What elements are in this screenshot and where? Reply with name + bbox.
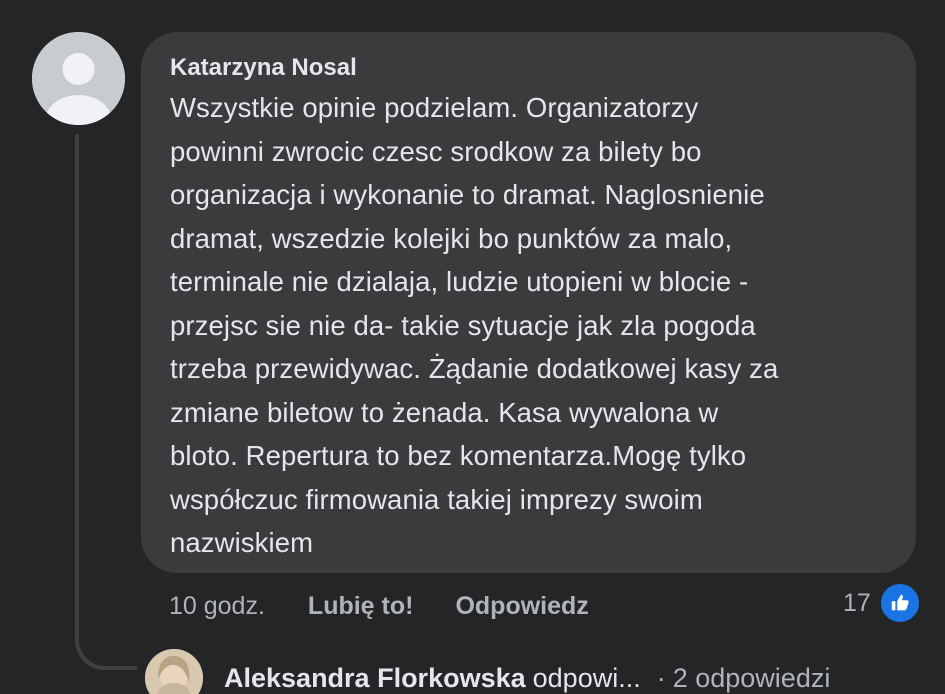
reaction-summary[interactable]: 17 [843, 582, 921, 624]
reply-avatar[interactable] [145, 649, 203, 694]
reply-author[interactable]: Aleksandra Florkowska [224, 663, 526, 694]
reply-count[interactable]: 2 odpowiedzi [673, 663, 831, 694]
reply-verb: odpowi... [532, 662, 641, 693]
reaction-count: 17 [843, 588, 871, 617]
separator-dot: · [656, 662, 666, 693]
comment-thread: Katarzyna Nosal Wszystkie opinie podziel… [0, 0, 945, 694]
reply-profile-photo [145, 649, 203, 694]
comment-bubble: Katarzyna Nosal Wszystkie opinie podziel… [141, 32, 916, 573]
comment-actions: 10 godz. Lubię to! Odpowiedz [169, 586, 589, 626]
reply-button[interactable]: Odpowiedz [455, 592, 588, 621]
like-button[interactable]: Lubię to! [308, 592, 414, 621]
comment-author[interactable]: Katarzyna Nosal [170, 50, 886, 86]
comment-text: Wszystkie opinie podzielam. Organizatorz… [170, 92, 779, 558]
thumbs-up-icon [878, 582, 921, 624]
avatar[interactable] [32, 32, 125, 125]
comment-timestamp[interactable]: 10 godz. [169, 592, 265, 621]
replies-preview[interactable]: Aleksandra Florkowska odpowi... · 2 odpo… [145, 648, 830, 694]
thread-connector-line [75, 134, 137, 670]
default-profile-icon [32, 32, 125, 125]
